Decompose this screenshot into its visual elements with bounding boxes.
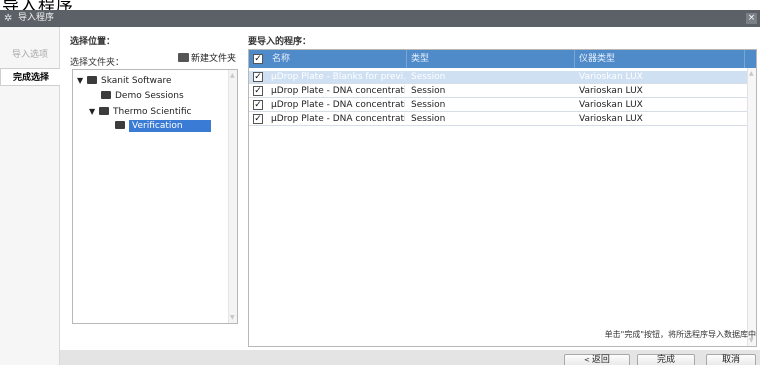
column-header-name[interactable]: 名称 <box>268 50 407 68</box>
row-checkbox[interactable]: ✓ <box>253 86 263 96</box>
programs-label: 要导入的程序： <box>248 37 312 47</box>
back-arrow-icon: < <box>584 356 590 364</box>
back-label: 返回 <box>591 355 610 365</box>
folder-icon <box>101 91 111 99</box>
cell-instrument: Varioskan LUX <box>579 114 643 124</box>
cell-type: Session <box>411 100 446 110</box>
app-icon: ✲ <box>4 13 13 24</box>
expand-icon[interactable]: ▼ <box>89 105 99 118</box>
expand-icon[interactable]: ▼ <box>77 74 87 87</box>
cell-name: µDrop Plate - DNA concentrati... <box>271 86 405 96</box>
select-all-checkbox[interactable]: ✓ <box>253 54 263 64</box>
location-label: 选择位置： <box>70 37 116 47</box>
tree-node-label: Thermo Scientific <box>113 107 192 117</box>
table-row[interactable]: ✓ µDrop Plate - DNA concentrati... Sessi… <box>249 99 756 112</box>
finish-button[interactable]: 完成 <box>637 354 695 365</box>
top-strip: 导入程序 <box>0 0 760 10</box>
title-bar: ✲ 导入程序 × <box>0 10 760 27</box>
window-title: 导入程序 <box>18 13 55 23</box>
row-checkbox[interactable]: ✓ <box>253 100 263 110</box>
tree-node-verification[interactable]: Verification <box>115 120 211 133</box>
cell-name: µDrop Plate - DNA concentrati... <box>271 100 405 110</box>
cell-name: µDrop Plate - DNA concentrati... <box>271 114 405 124</box>
nav-import-options[interactable]: 导入选项 <box>0 46 60 64</box>
main-content: 选择位置： 选择文件夹： 新建文件夹 ▼ Skanit Software Demo… <box>60 27 760 350</box>
top-strip-text: 导入程序 <box>2 0 74 10</box>
table-row[interactable]: ✓ µDrop Plate - Blanks for previ... Sess… <box>249 71 756 84</box>
row-checkbox[interactable]: ✓ <box>253 72 263 82</box>
folder-icon <box>178 53 189 62</box>
back-button[interactable]: < 返回 <box>564 354 630 365</box>
cell-instrument: Varioskan LUX <box>579 72 643 82</box>
cell-type: Session <box>411 86 446 96</box>
column-header-type[interactable]: 类型 <box>407 50 575 68</box>
close-button[interactable]: × <box>746 13 757 24</box>
hint-text: 单击"完成"按钮，将所选程序导入数据库中 <box>604 330 756 339</box>
scroll-up-icon[interactable]: ▲ <box>749 70 754 77</box>
cancel-button[interactable]: 取消 <box>706 354 756 365</box>
folder-label: 选择文件夹： <box>70 58 125 68</box>
folder-icon <box>87 76 97 84</box>
column-header-instrument[interactable]: 仪器类型 <box>575 50 745 68</box>
tree-node-label: Demo Sessions <box>115 91 184 101</box>
folder-icon <box>99 107 109 115</box>
cell-type: Session <box>411 114 446 124</box>
tree-node-thermo-scientific[interactable]: ▼ Thermo Scientific <box>89 105 191 118</box>
nav-complete-selection[interactable]: 完成选择 <box>0 68 61 86</box>
tree-node-label: Verification <box>129 120 211 132</box>
table-row[interactable]: ✓ µDrop Plate - DNA concentrati... Sessi… <box>249 113 756 126</box>
tree-scrollbar[interactable]: ▲ ▼ <box>228 70 237 323</box>
folder-tree[interactable]: ▼ Skanit Software Demo Sessions ▼ Thermo S… <box>72 69 238 324</box>
cell-instrument: Varioskan LUX <box>579 100 643 110</box>
new-folder-label: 新建文件夹 <box>191 54 237 64</box>
row-checkbox[interactable]: ✓ <box>253 114 263 124</box>
cell-type: Session <box>411 72 446 82</box>
folder-icon <box>115 121 125 129</box>
scroll-up-icon[interactable]: ▲ <box>230 72 235 79</box>
programs-grid: ✓ 名称 类型 仪器类型 ✓ µDrop Plate - Blanks for … <box>248 49 757 347</box>
grid-header: ✓ 名称 类型 仪器类型 <box>249 50 756 68</box>
scroll-down-icon[interactable]: ▼ <box>230 314 235 321</box>
tree-node-skanit-software[interactable]: ▼ Skanit Software <box>77 74 172 87</box>
left-nav: 导入选项 完成选择 <box>0 27 61 365</box>
grid-scrollbar[interactable]: ▲ ▼ <box>747 68 756 346</box>
cell-name: µDrop Plate - Blanks for previ... <box>271 72 405 82</box>
table-row[interactable]: ✓ µDrop Plate - DNA concentrati... Sessi… <box>249 85 756 98</box>
new-folder-button[interactable]: 新建文件夹 <box>178 52 236 66</box>
tree-node-label: Skanit Software <box>101 76 172 86</box>
cell-instrument: Varioskan LUX <box>579 86 643 96</box>
tree-node-demo-sessions[interactable]: Demo Sessions <box>101 90 184 103</box>
